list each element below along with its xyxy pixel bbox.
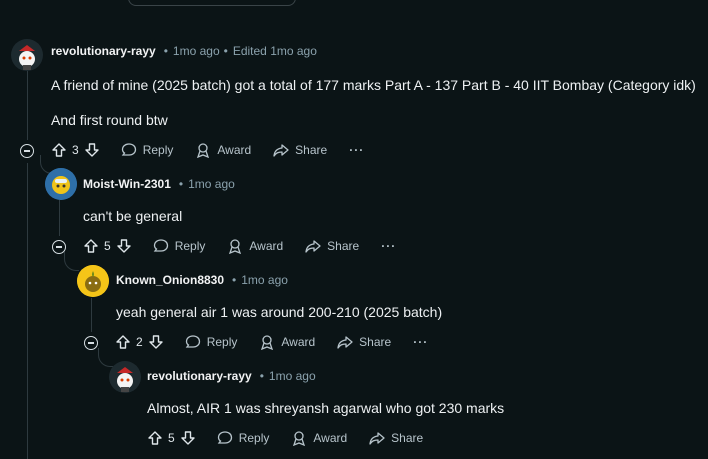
award-icon [197, 143, 210, 158]
vote-group: 5 [148, 431, 195, 445]
vote-group: 5 [84, 239, 131, 253]
downvote-icon[interactable] [148, 335, 163, 349]
share-icon [305, 240, 321, 253]
award-icon [229, 239, 242, 254]
timestamp[interactable]: 1mo ago [188, 177, 235, 191]
comment-body-line2: And first round btw [51, 112, 168, 128]
edited-label: Edited 1mo ago [232, 44, 317, 58]
collapse-button[interactable] [52, 240, 66, 254]
comment-meta: revolutionary-rayy • 1mo ago [147, 369, 316, 383]
more-options-button[interactable]: ··· [413, 335, 428, 349]
upvote-icon[interactable] [84, 239, 98, 253]
vote-group: 3 [52, 143, 99, 157]
vote-count: 5 [104, 239, 111, 253]
award-icon [293, 431, 306, 446]
comment-icon [121, 143, 136, 156]
comment-meta: revolutionary-rayy • 1mo ago • Edited 1m… [51, 44, 317, 58]
comment-icon [185, 335, 200, 348]
more-options-button[interactable]: ··· [349, 143, 364, 157]
author-name[interactable]: Moist-Win-2301 [83, 177, 171, 191]
comment-body: yeah general air 1 was around 200-210 (2… [116, 304, 443, 320]
comment-actions: 2 Reply Award Share ··· [116, 330, 428, 354]
share-icon [369, 432, 385, 445]
upvote-icon[interactable] [148, 431, 162, 445]
reply-button[interactable]: Reply [217, 430, 269, 446]
avatar[interactable] [11, 39, 43, 71]
thread-line-bottom [27, 163, 28, 459]
upvote-icon[interactable] [52, 143, 66, 157]
reply-button[interactable]: Reply [121, 142, 173, 158]
award-button[interactable]: Award [227, 238, 283, 254]
vote-count: 3 [72, 143, 79, 157]
thread-curve-2 [64, 252, 79, 271]
author-name[interactable]: revolutionary-rayy [147, 369, 252, 383]
downvote-icon[interactable] [84, 143, 99, 157]
upvote-icon[interactable] [116, 335, 130, 349]
comment-actions: 5 Reply Award Share ··· [84, 234, 396, 258]
user-avatar-icon [45, 168, 77, 200]
comment-body: Almost, AIR 1 was shreyansh agarwal who … [147, 400, 505, 416]
timestamp[interactable]: 1mo ago [173, 44, 220, 58]
vote-count: 5 [168, 431, 175, 445]
more-options-button[interactable]: ··· [381, 239, 396, 253]
comment-actions: 5 Reply Award Share [148, 426, 445, 450]
reply-button[interactable]: Reply [153, 238, 205, 254]
vote-group: 2 [116, 335, 163, 349]
comment-body: A friend of mine (2025 batch) got a tota… [51, 77, 696, 93]
vote-count: 2 [136, 335, 143, 349]
share-icon [273, 144, 289, 157]
award-button[interactable]: Award [259, 334, 315, 350]
share-button[interactable]: Share [369, 430, 423, 446]
snoo-avatar-icon [11, 39, 43, 71]
downvote-icon[interactable] [116, 239, 131, 253]
avatar[interactable] [109, 361, 141, 393]
author-name[interactable]: revolutionary-rayy [51, 44, 156, 58]
share-button[interactable]: Share [337, 334, 391, 350]
award-button[interactable]: Award [291, 430, 347, 446]
collapse-button[interactable] [20, 144, 34, 158]
comment-actions: 3 Reply Award Share ··· [52, 138, 364, 162]
award-icon [261, 335, 274, 350]
timestamp[interactable]: 1mo ago [241, 273, 288, 287]
downvote-icon[interactable] [180, 431, 195, 445]
share-button[interactable]: Share [273, 142, 327, 158]
author-name[interactable]: Known_Onion8830 [116, 273, 224, 287]
comment-meta: Moist-Win-2301 • 1mo ago [83, 177, 235, 191]
onion-avatar-icon [77, 265, 109, 297]
thread-curve-3 [98, 348, 113, 367]
thread-line-1 [27, 70, 28, 140]
comment-icon [217, 431, 232, 444]
comment-meta: Known_Onion8830 • 1mo ago [116, 273, 288, 287]
snoo-avatar-icon [109, 361, 141, 393]
comment-body: can't be general [83, 208, 183, 224]
avatar[interactable] [77, 265, 109, 297]
share-button[interactable]: Share [305, 238, 359, 254]
timestamp[interactable]: 1mo ago [269, 369, 316, 383]
reply-button[interactable]: Reply [185, 334, 237, 350]
comment-icon [153, 239, 168, 252]
top-fragment [128, 0, 296, 6]
share-icon [337, 336, 353, 349]
avatar[interactable] [45, 168, 77, 200]
award-button[interactable]: Award [195, 142, 251, 158]
thread-line-3 [91, 298, 92, 332]
thread-line-2 [59, 200, 60, 236]
collapse-button[interactable] [84, 336, 98, 350]
